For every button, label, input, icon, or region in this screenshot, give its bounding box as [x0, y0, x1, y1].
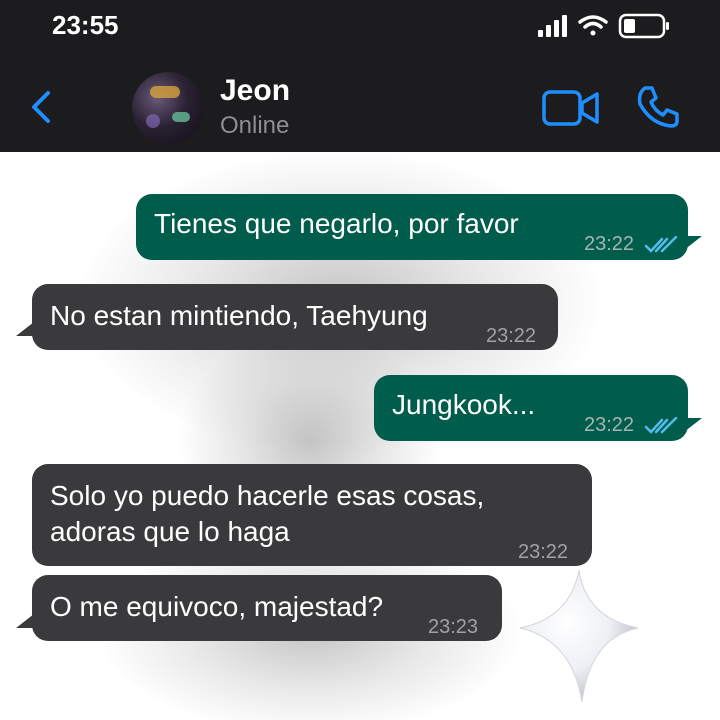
signal-icon [538, 15, 567, 37]
message-time: 23:23 [428, 616, 479, 638]
message-text: O me equivoco, majestad? [50, 591, 384, 622]
video-call-icon[interactable] [542, 90, 600, 126]
message-bubble-incoming[interactable]: O me equivoco, majestad? 23:23 [32, 575, 502, 641]
chat-header: Jeon Online [0, 52, 720, 152]
message-time: 23:22 [486, 325, 537, 347]
contact-name[interactable]: Jeon [220, 74, 290, 108]
message-time: 23:22 [584, 226, 678, 262]
read-ticks-icon [644, 416, 677, 434]
message-bubble-outgoing[interactable]: Jungkook... 23:22 [374, 375, 688, 441]
battery-icon [618, 13, 669, 39]
phone-icon[interactable] [636, 84, 680, 128]
back-chevron-icon[interactable] [28, 90, 54, 124]
contact-avatar[interactable] [132, 72, 204, 144]
message-text: No estan mintiendo, Taehyung [50, 300, 428, 331]
status-time: 23:55 [52, 10, 119, 40]
wifi-icon [578, 15, 608, 36]
status-bar: 23:55 [0, 0, 720, 52]
contact-status: Online [220, 112, 290, 139]
message-time: 23:22 [584, 407, 678, 443]
read-ticks-icon [644, 235, 677, 253]
message-text: Jungkook... [392, 389, 536, 420]
sparkle-star-icon [519, 569, 639, 703]
message-text: Tienes que negarlo, por favor [154, 208, 519, 239]
message-bubble-incoming[interactable]: Solo yo puedo hacerle esas cosas, adoras… [32, 464, 592, 566]
message-time: 23:22 [518, 541, 569, 563]
message-text-line: Solo yo puedo hacerle esas cosas, [50, 480, 485, 511]
message-bubble-incoming[interactable]: No estan mintiendo, Taehyung 23:22 [32, 284, 558, 350]
message-text-line: adoras que lo haga [50, 516, 290, 547]
status-icons [538, 13, 669, 39]
message-bubble-outgoing[interactable]: Tienes que negarlo, por favor 23:22 [136, 194, 688, 260]
